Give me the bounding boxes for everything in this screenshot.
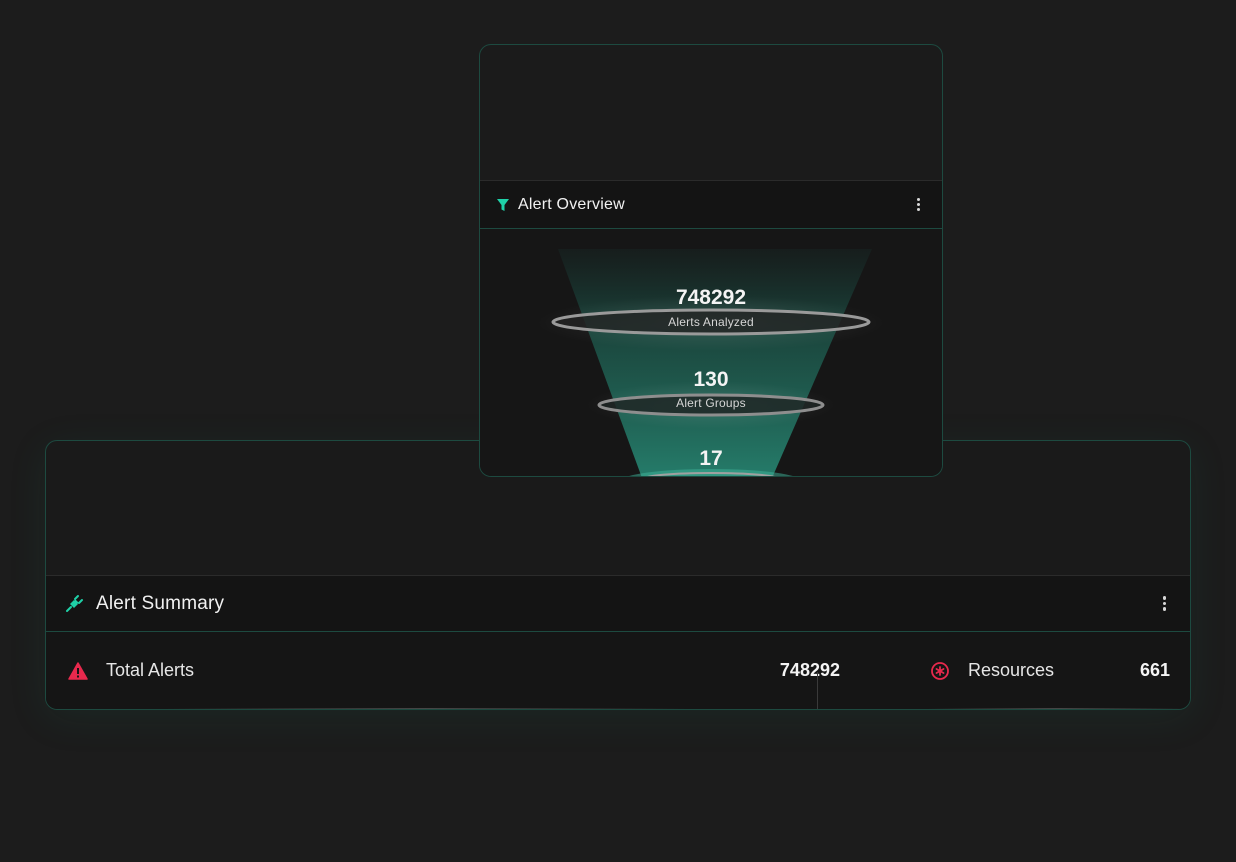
alerts-analyzed-label: Alerts Analyzed <box>668 315 754 329</box>
kebab-dot <box>1162 601 1166 606</box>
metric-underline <box>928 708 1188 709</box>
alert-overview-header: Alert Overview <box>480 180 942 229</box>
alert-groups-label: Alert Groups <box>676 396 746 410</box>
alert-groups-value: 130 <box>693 368 729 391</box>
alert-summary-body: Total Alerts 748292 Resources 661 <box>46 632 1190 709</box>
alert-overview-card: Alert Overview 748292 Alerts Analyzed 13… <box>479 44 943 477</box>
kebab-dot <box>917 208 920 211</box>
kebab-dot <box>1162 596 1166 600</box>
resources-label: Resources <box>968 660 1055 680</box>
alerts-analyzed-value: 748292 <box>675 286 747 309</box>
metric-underline <box>166 708 686 709</box>
kebab-dot <box>917 203 920 206</box>
plug-icon <box>64 594 84 614</box>
total-alerts-metric[interactable]: Total Alerts 748292 <box>46 632 888 709</box>
filter-icon <box>496 198 510 212</box>
alert-summary-card: Alert Summary Total Alerts 748292 Resour… <box>45 440 1191 710</box>
warning-triangle-icon <box>68 661 88 680</box>
alert-summary-menu-button[interactable] <box>1157 592 1173 615</box>
asterisk-circle-icon <box>930 661 950 681</box>
total-alerts-label: Total Alerts <box>106 660 195 680</box>
resources-metric[interactable]: Resources 661 <box>888 632 1190 709</box>
kebab-dot <box>917 198 920 201</box>
total-alerts-value: 748292 <box>779 660 840 680</box>
alert-funnel: 748292 Alerts Analyzed 130 Alert Groups … <box>480 229 942 476</box>
funnel-graphic <box>536 249 886 476</box>
alert-summary-header: Alert Summary <box>46 575 1190 632</box>
metric-divider <box>817 672 818 709</box>
alert-overview-menu-button[interactable] <box>911 194 926 215</box>
alert-overview-title: Alert Overview <box>518 195 625 213</box>
final-stage-value: 17 <box>699 447 723 470</box>
kebab-dot <box>1162 607 1166 611</box>
alert-summary-title: Alert Summary <box>96 592 225 614</box>
resources-value: 661 <box>1139 660 1170 680</box>
